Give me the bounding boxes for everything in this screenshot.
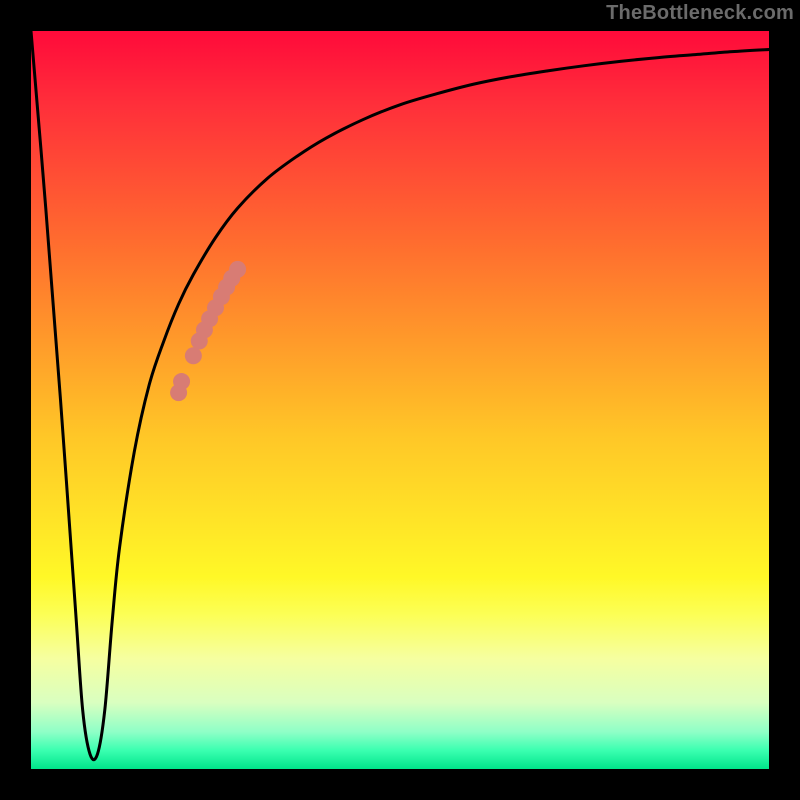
bottleneck-curve [31,31,769,760]
plot-area [31,31,769,769]
highlight-dot [229,261,246,278]
watermark-text: TheBottleneck.com [606,2,794,25]
highlight-dot [185,347,202,364]
chart-stage: TheBottleneck.com [0,0,800,800]
highlight-dot [173,373,190,390]
highlight-dots [170,261,246,401]
curve-layer [31,31,769,769]
